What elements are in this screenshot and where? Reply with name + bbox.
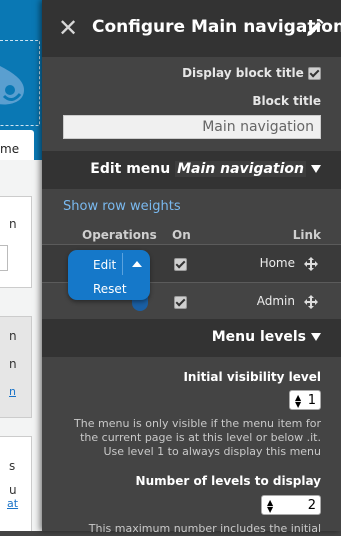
levels-to-display-select[interactable]: ▲ ▼ 2 xyxy=(261,495,321,515)
operations-column-header: Operations xyxy=(82,228,157,242)
dropbutton-separator xyxy=(122,253,123,275)
updown-arrows-icon: ▲ ▼ xyxy=(267,498,274,514)
off-canvas-tray: ✕ Configure Main navigation Display bloc… xyxy=(42,0,341,535)
close-button[interactable]: ✕ xyxy=(58,16,78,40)
edit-menu-title: Edit menu Main navigation xyxy=(90,161,321,177)
levels-to-display-help: This maximum number includes the initial xyxy=(88,522,321,535)
show-row-weights-link[interactable]: Show row weights xyxy=(63,199,181,214)
menu-levels-label: Menu levels xyxy=(211,329,306,345)
edit-menu-section-header[interactable]: Edit menu Main navigation xyxy=(42,151,341,189)
link-fragment[interactable]: at xyxy=(7,497,18,510)
edit-operation[interactable]: Edit xyxy=(93,258,116,272)
expand-triangle-icon xyxy=(311,333,321,341)
link-column-header: Link xyxy=(292,228,321,242)
background-page: me n n n n s u at xyxy=(0,0,42,531)
initial-visibility-help: The menu is only visible if the menu ite… xyxy=(74,417,321,458)
drupal-logo-icon xyxy=(0,66,24,105)
levels-to-display-value: 2 xyxy=(307,498,316,513)
expand-triangle-icon xyxy=(311,165,321,173)
updown-arrows-icon: ▲ ▼ xyxy=(295,393,302,409)
reset-operation[interactable]: Reset xyxy=(93,282,127,296)
text-fragment: n xyxy=(9,217,17,231)
text-fragment: u xyxy=(9,483,17,497)
sidebar-block: n n n xyxy=(0,316,32,418)
display-block-title-label: Display block title xyxy=(182,66,304,80)
drag-handle-icon[interactable] xyxy=(304,295,318,309)
link-fragment[interactable]: n xyxy=(9,385,16,398)
display-block-title-checkbox[interactable] xyxy=(308,67,321,80)
enabled-checkbox[interactable] xyxy=(174,296,187,309)
menu-levels-title: Menu levels xyxy=(212,329,321,345)
edit-menu-prefix: Edit menu xyxy=(90,161,171,177)
pencil-icon[interactable] xyxy=(304,17,326,39)
search-field-fragment[interactable] xyxy=(0,245,8,271)
edit-menu-name: Main navigation xyxy=(175,161,306,177)
on-column-header: On xyxy=(172,228,191,242)
operations-dropbutton[interactable]: Edit Reset xyxy=(68,250,150,300)
close-icon: ✕ xyxy=(58,14,79,42)
menu-link-label: Admin xyxy=(256,294,295,308)
text-fragment: n xyxy=(9,329,17,343)
levels-to-display-label: Number of levels to display xyxy=(135,474,321,488)
initial-visibility-label: Initial visibility level xyxy=(183,370,321,384)
display-block-title-row[interactable]: Display block title xyxy=(182,66,321,80)
block-title-label: Block title xyxy=(252,94,321,108)
sidebar-block: s u at xyxy=(0,436,32,531)
drag-handle-icon[interactable] xyxy=(304,257,318,271)
text-fragment: s xyxy=(9,459,16,473)
home-tab[interactable]: me xyxy=(0,130,34,164)
tray-header: ✕ Configure Main navigation xyxy=(42,0,341,57)
text-fragment: n xyxy=(9,357,17,371)
menu-link-label: Home xyxy=(259,256,295,270)
initial-visibility-select[interactable]: ▲ ▼ 1 xyxy=(289,390,321,410)
sidebar-block: n xyxy=(0,196,32,288)
initial-visibility-value: 1 xyxy=(307,393,316,408)
enabled-checkbox[interactable] xyxy=(174,258,187,271)
dropdown-toggle-icon[interactable] xyxy=(132,261,142,267)
menu-levels-section-header[interactable]: Menu levels xyxy=(42,319,341,357)
block-title-input[interactable] xyxy=(63,115,321,139)
